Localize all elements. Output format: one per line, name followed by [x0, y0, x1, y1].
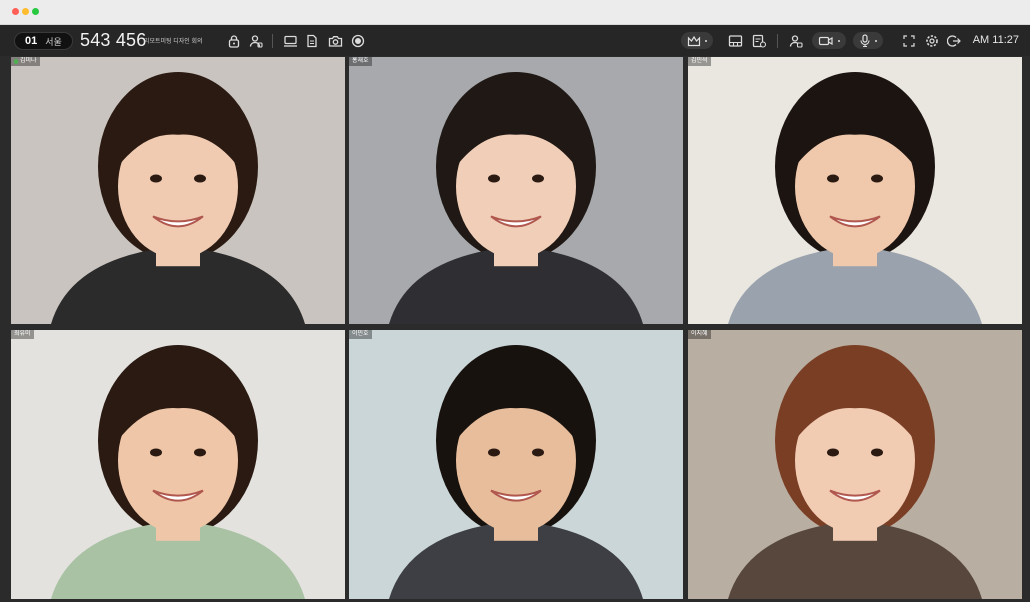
participant-name: 김민석 — [691, 58, 708, 64]
document-icon[interactable] — [304, 32, 320, 49]
participant-name-tag: 홍재호 — [349, 57, 372, 66]
room-city: 서울 — [45, 36, 62, 47]
left-eye — [150, 174, 162, 183]
participant-name-tag: 이민호 — [349, 330, 372, 339]
chevron-up-icon — [875, 39, 877, 42]
participant-portrait — [728, 345, 982, 599]
right-eye — [194, 448, 206, 457]
clock: AM 11:27 — [972, 34, 1019, 46]
left-eye — [488, 174, 500, 183]
record-icon[interactable] — [350, 32, 366, 49]
right-eye — [532, 174, 544, 183]
video-tile[interactable]: 이지혜 — [688, 330, 1022, 599]
right-eye — [871, 448, 883, 457]
host-menu-dropdown[interactable] — [681, 32, 713, 49]
meeting-window: 01 서울 543 456 리모트미팅 디자인 회의 AM 11:27 김미나 … — [0, 0, 1030, 602]
video-feed — [349, 57, 683, 324]
fullscreen-icon[interactable] — [902, 32, 916, 49]
speaking-icon — [14, 59, 18, 64]
room-selector[interactable]: 01 서울 — [14, 32, 73, 50]
screen-share-icon[interactable] — [282, 32, 298, 49]
video-feed — [688, 330, 1022, 599]
participant-portrait — [51, 345, 305, 599]
right-eye — [871, 174, 883, 183]
participant-portrait — [389, 71, 643, 324]
participant-name-tag: 김민석 — [688, 57, 711, 66]
lock-icon[interactable] — [226, 32, 242, 49]
left-eye — [827, 448, 839, 457]
close-window-button[interactable] — [12, 8, 19, 15]
participant-name: 최유미 — [14, 331, 31, 337]
participant-name: 이민호 — [352, 331, 369, 337]
toolbar-divider — [777, 34, 778, 48]
video-icon — [818, 36, 833, 45]
right-eye — [194, 174, 206, 183]
participant-name-tag: 김미나 — [11, 57, 40, 66]
meeting-id: 543 456 — [80, 30, 147, 50]
participant-portrait — [389, 345, 643, 599]
participant-name: 이지혜 — [691, 331, 708, 337]
video-tile[interactable]: 김민석 — [688, 57, 1022, 324]
video-tile[interactable]: 김미나 — [11, 57, 345, 324]
participant-name: 홍재호 — [352, 58, 369, 64]
participants-icon[interactable] — [788, 32, 804, 49]
video-tile[interactable]: 최유미 — [11, 330, 345, 599]
video-tile[interactable]: 홍재호 — [349, 57, 683, 324]
participant-portrait — [51, 71, 305, 324]
video-feed — [11, 57, 345, 324]
participant-name-tag: 최유미 — [11, 330, 34, 339]
toolbar-divider — [272, 34, 273, 48]
window-titlebar — [0, 0, 1030, 25]
crown-icon — [687, 35, 701, 46]
participant-name-tag: 이지혜 — [688, 330, 711, 339]
meeting-toolbar: 01 서울 543 456 리모트미팅 디자인 회의 AM 11:27 — [0, 25, 1030, 56]
video-feed — [349, 330, 683, 599]
left-eye — [488, 448, 500, 457]
minimize-window-button[interactable] — [22, 8, 29, 15]
left-eye — [150, 448, 162, 457]
exit-icon[interactable] — [946, 32, 962, 49]
video-dropdown[interactable] — [812, 32, 846, 49]
layout-icon[interactable] — [727, 32, 743, 49]
participant-name: 김미나 — [20, 58, 37, 64]
chevron-up-icon — [838, 39, 840, 42]
participant-add-icon[interactable] — [248, 32, 264, 49]
participant-portrait — [728, 71, 982, 324]
room-number: 01 — [25, 35, 38, 47]
settings-icon[interactable] — [924, 32, 940, 49]
chevron-down-icon — [705, 39, 707, 42]
microphone-icon — [860, 34, 870, 47]
video-feed — [11, 330, 345, 599]
whiteboard-icon[interactable] — [751, 32, 767, 49]
video-tile[interactable]: 이민호 — [349, 330, 683, 599]
video-grid: 김미나 홍재호 김민석 최유미 이민호 이지혜 — [11, 57, 1022, 599]
right-eye — [532, 448, 544, 457]
video-feed — [688, 57, 1022, 324]
meeting-title: 리모트미팅 디자인 회의 — [144, 39, 203, 45]
camera-icon[interactable] — [327, 32, 343, 49]
zoom-window-button[interactable] — [32, 8, 39, 15]
left-eye — [827, 174, 839, 183]
microphone-dropdown[interactable] — [853, 32, 883, 49]
